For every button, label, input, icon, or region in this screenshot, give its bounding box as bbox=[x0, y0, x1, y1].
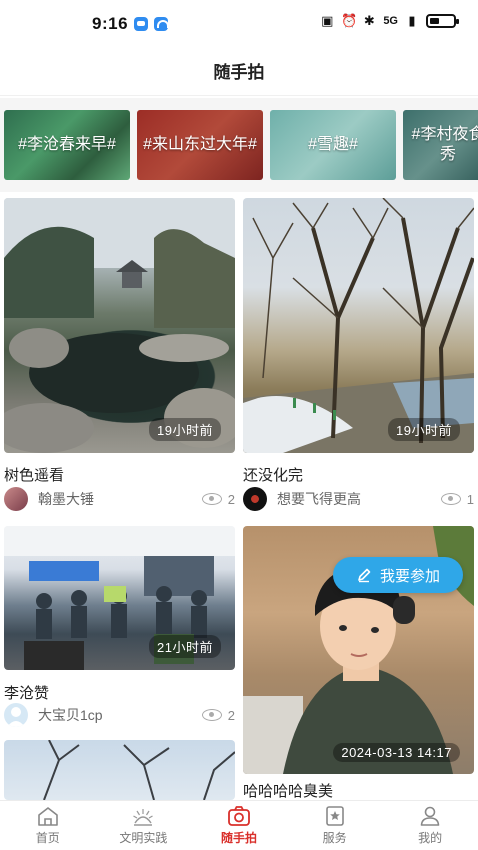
view-count-value: 2 bbox=[227, 707, 235, 723]
view-count: 1 bbox=[440, 491, 474, 507]
eye-icon bbox=[440, 493, 461, 505]
tab-label: 我的 bbox=[418, 831, 443, 845]
camera-icon bbox=[228, 806, 250, 826]
bottom-tab-bar: 首页 文明实践 随手拍 服务 我的 bbox=[0, 800, 478, 850]
tab-home[interactable]: 首页 bbox=[0, 801, 96, 850]
post-card[interactable]: 19小时前 树色遥看 翰墨大锤 2 bbox=[4, 198, 235, 512]
page-header: 随手拍 bbox=[0, 46, 478, 96]
tab-label: 首页 bbox=[35, 831, 60, 845]
status-bar: 9:16 ▣ ⏰ ✱ 5G ▮ bbox=[0, 0, 478, 46]
wifi-notification-icon bbox=[154, 17, 169, 31]
home-icon bbox=[37, 807, 58, 826]
star-badge-icon bbox=[325, 806, 344, 826]
post-photo[interactable] bbox=[4, 740, 235, 800]
post-title[interactable]: 李沧赞 bbox=[4, 682, 49, 703]
post-meta: 翰墨大锤 2 bbox=[4, 487, 235, 511]
post-time: 2024-03-13 14:17 bbox=[333, 743, 460, 762]
tab-mine[interactable]: 我的 bbox=[382, 801, 478, 850]
alarm-icon: ⏰ bbox=[341, 13, 358, 28]
avatar[interactable] bbox=[4, 703, 28, 727]
pencil-icon bbox=[358, 568, 371, 583]
photo-illustration bbox=[43, 740, 235, 800]
post-meta: 想要飞得更高 1 bbox=[243, 487, 474, 511]
battery-icon bbox=[426, 14, 459, 28]
join-button-label: 我要参加 bbox=[379, 567, 440, 585]
sunrise-icon bbox=[133, 809, 154, 826]
topic-card[interactable]: #李沧春来早# bbox=[4, 110, 130, 180]
post-title[interactable]: 树色遥看 bbox=[4, 464, 64, 485]
photo-illustration bbox=[243, 198, 474, 453]
default-avatar-icon bbox=[7, 707, 25, 727]
tab-civilization-practice[interactable]: 文明实践 bbox=[96, 801, 192, 850]
eye-icon bbox=[201, 493, 222, 505]
post-time: 21小时前 bbox=[149, 635, 221, 658]
signal-icon: ▮ bbox=[408, 13, 416, 28]
post-feed[interactable]: 19小时前 树色遥看 翰墨大锤 2 19小时前 还没化完 想要飞得更高 1 21… bbox=[0, 192, 478, 800]
post-photo[interactable]: 19小时前 bbox=[4, 198, 235, 453]
tab-label: 随手拍 bbox=[220, 831, 257, 845]
join-button[interactable]: 我要参加 bbox=[333, 557, 463, 593]
topic-card[interactable]: #李村夜食秀 bbox=[403, 110, 478, 180]
view-count: 2 bbox=[201, 707, 235, 723]
post-title[interactable]: 哈哈哈哈臭美 bbox=[243, 780, 333, 800]
message-notification-icon bbox=[134, 17, 148, 31]
post-title[interactable]: 还没化完 bbox=[243, 464, 303, 485]
post-author[interactable]: 大宝贝1cp bbox=[38, 705, 202, 725]
post-card[interactable]: 21小时前 李沧赞 大宝贝1cp 2 bbox=[4, 526, 235, 727]
post-time: 19小时前 bbox=[388, 418, 460, 441]
status-time: 9:16 bbox=[92, 14, 129, 33]
view-count: 2 bbox=[201, 491, 235, 507]
network-label: 5G bbox=[383, 15, 398, 27]
view-count-value: 2 bbox=[227, 491, 235, 507]
user-icon bbox=[420, 806, 440, 826]
topic-card[interactable]: #来山东过大年# bbox=[137, 110, 263, 180]
bluetooth-icon: ✱ bbox=[363, 13, 375, 28]
post-card[interactable] bbox=[4, 740, 235, 800]
tab-label: 文明实践 bbox=[119, 831, 168, 845]
topic-strip[interactable]: #李沧春来早# #来山东过大年# #雪趣# #李村夜食秀 bbox=[0, 98, 478, 192]
topic-card[interactable]: #雪趣# bbox=[270, 110, 396, 180]
tab-snapshot[interactable]: 随手拍 bbox=[191, 801, 287, 850]
tab-service[interactable]: 服务 bbox=[287, 801, 383, 850]
tab-label: 服务 bbox=[322, 831, 347, 845]
page-title: 随手拍 bbox=[213, 63, 265, 82]
eye-icon bbox=[201, 709, 222, 721]
status-right-icons: ▣ ⏰ ✱ 5G ▮ bbox=[320, 13, 459, 28]
view-count-value: 1 bbox=[466, 491, 474, 507]
post-card[interactable]: 19小时前 还没化完 想要飞得更高 1 bbox=[243, 198, 474, 512]
avatar[interactable] bbox=[243, 487, 267, 511]
photo-illustration bbox=[4, 198, 235, 453]
post-author[interactable]: 想要飞得更高 bbox=[277, 489, 441, 509]
avatar[interactable] bbox=[4, 487, 28, 511]
post-photo[interactable]: 21小时前 bbox=[4, 526, 235, 670]
post-time: 19小时前 bbox=[149, 418, 221, 441]
post-author[interactable]: 翰墨大锤 bbox=[38, 489, 202, 509]
post-meta: 大宝贝1cp 2 bbox=[4, 703, 235, 727]
post-photo[interactable]: 19小时前 bbox=[243, 198, 474, 453]
nfc-icon: ▣ bbox=[321, 13, 334, 28]
